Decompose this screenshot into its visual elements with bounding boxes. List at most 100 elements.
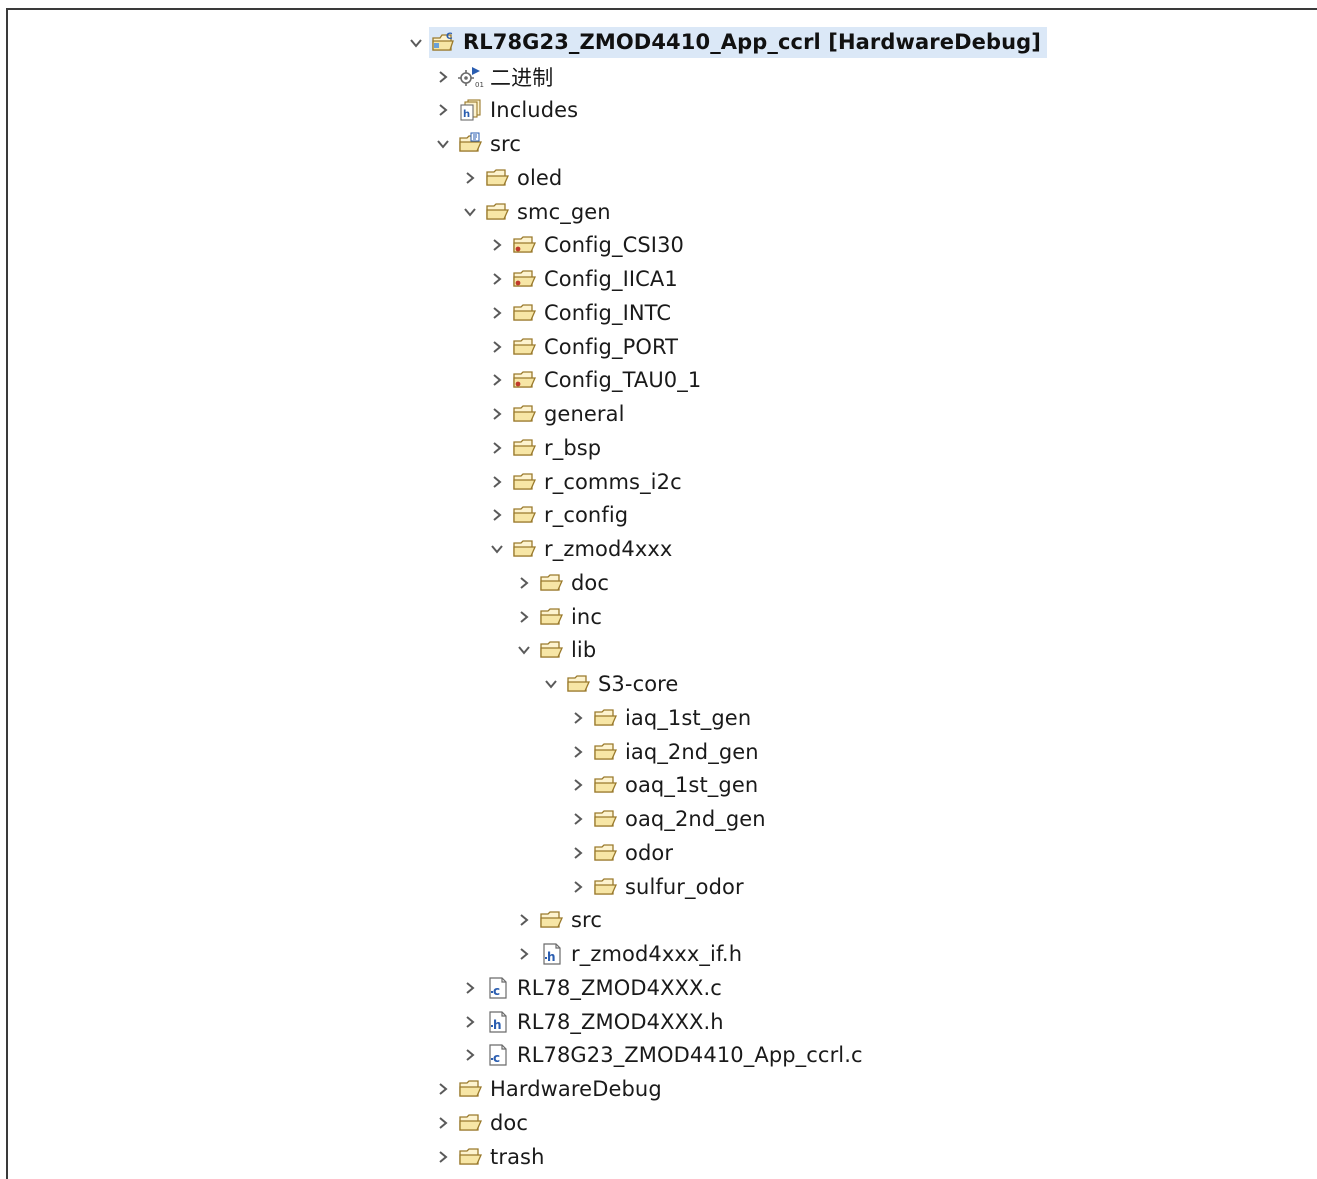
folder-icon — [485, 199, 511, 225]
folder-icon — [512, 401, 538, 427]
config-folder-icon — [512, 367, 538, 393]
tree-item-config-iica1[interactable]: Config_IICA1 — [0, 262, 1317, 296]
folder-icon — [458, 1076, 484, 1102]
chevron-right-icon[interactable] — [434, 1148, 452, 1166]
config-folder-icon — [512, 232, 538, 258]
chevron-right-icon[interactable] — [434, 1114, 452, 1132]
tree-item-lib[interactable]: lib — [0, 634, 1317, 668]
tree-item-smc-gen[interactable]: smc_gen — [0, 195, 1317, 229]
chevron-down-icon[interactable] — [515, 641, 533, 659]
chevron-right-icon[interactable] — [488, 236, 506, 254]
tree-item-label: oaq_2nd_gen — [625, 807, 766, 832]
tree-item-rl78-zmod4xxx-h[interactable]: h RL78_ZMOD4XXX.h — [0, 1005, 1317, 1039]
tree-root-row[interactable]: C RL78G23_ZMOD4410_App_ccrl [HardwareDeb… — [0, 26, 1317, 60]
tree-item-label: src — [490, 132, 521, 157]
tree-item-config-csi30[interactable]: Config_CSI30 — [0, 229, 1317, 263]
tree-item-r-comms-i2c[interactable]: r_comms_i2c — [0, 465, 1317, 499]
folder-icon — [539, 570, 565, 596]
chevron-down-icon[interactable] — [434, 135, 452, 153]
tree-item-label: RL78_ZMOD4XXX.c — [517, 975, 722, 1000]
tree-item-rl78g23-app-c[interactable]: c RL78G23_ZMOD4410_App_ccrl.c — [0, 1039, 1317, 1073]
tree-item-iaq-1st-gen[interactable]: iaq_1st_gen — [0, 701, 1317, 735]
chevron-down-icon[interactable] — [542, 675, 560, 693]
tree-item-includes[interactable]: h Includes — [0, 94, 1317, 128]
tree-root-selection[interactable]: C RL78G23_ZMOD4410_App_ccrl [HardwareDeb… — [429, 27, 1047, 59]
folder-icon — [593, 705, 619, 731]
chevron-down-icon[interactable] — [407, 34, 425, 52]
svg-text:01: 01 — [475, 81, 484, 89]
tree-item-rl78-zmod4xxx-c[interactable]: c RL78_ZMOD4XXX.c — [0, 971, 1317, 1005]
chevron-right-icon[interactable] — [488, 473, 506, 491]
svg-text:c: c — [493, 1051, 500, 1065]
tree-item-hardware-debug[interactable]: HardwareDebug — [0, 1072, 1317, 1106]
chevron-right-icon[interactable] — [488, 270, 506, 288]
chevron-right-icon[interactable] — [569, 844, 587, 862]
chevron-down-icon[interactable] — [461, 203, 479, 221]
includes-icon: h — [458, 97, 484, 123]
chevron-right-icon[interactable] — [434, 101, 452, 119]
tree-item-label: RL78G23_ZMOD4410_App_ccrl.c — [517, 1043, 863, 1068]
tree-item-label: S3-core — [598, 672, 679, 697]
tree-item-iaq-2nd-gen[interactable]: iaq_2nd_gen — [0, 735, 1317, 769]
folder-icon — [458, 1144, 484, 1170]
tree-root-label: RL78G23_ZMOD4410_App_ccrl [HardwareDebug… — [463, 30, 1041, 55]
tree-item-config-intc[interactable]: Config_INTC — [0, 296, 1317, 330]
tree-item-oaq-2nd-gen[interactable]: oaq_2nd_gen — [0, 802, 1317, 836]
source-folder-icon — [458, 131, 484, 157]
chevron-right-icon[interactable] — [488, 439, 506, 457]
tree-item-label: oaq_1st_gen — [625, 773, 759, 798]
svg-text:c: c — [493, 984, 500, 998]
chevron-right-icon[interactable] — [569, 743, 587, 761]
tree-item-oled[interactable]: oled — [0, 161, 1317, 195]
tree-item-label: general — [544, 402, 625, 427]
chevron-right-icon[interactable] — [461, 979, 479, 997]
tree-item-label: Config_IICA1 — [544, 267, 678, 292]
tree-item-general[interactable]: general — [0, 397, 1317, 431]
tree-item-label: r_bsp — [544, 435, 602, 460]
chevron-right-icon[interactable] — [488, 405, 506, 423]
tree-item-label: iaq_2nd_gen — [625, 739, 759, 764]
tree-item-inc[interactable]: inc — [0, 600, 1317, 634]
tree-item-trash[interactable]: trash — [0, 1140, 1317, 1174]
tree-item-label: doc — [571, 570, 610, 595]
tree-item-odor[interactable]: odor — [0, 836, 1317, 870]
tree-item-config-tau0-1[interactable]: Config_TAU0_1 — [0, 364, 1317, 398]
tree-item-r-zmod4xxx[interactable]: r_zmod4xxx — [0, 532, 1317, 566]
chevron-right-icon[interactable] — [461, 1046, 479, 1064]
chevron-right-icon[interactable] — [488, 338, 506, 356]
chevron-right-icon[interactable] — [515, 608, 533, 626]
chevron-right-icon[interactable] — [515, 574, 533, 592]
tree-item-sulfur-odor[interactable]: sulfur_odor — [0, 870, 1317, 904]
chevron-right-icon[interactable] — [488, 371, 506, 389]
chevron-right-icon[interactable] — [488, 304, 506, 322]
tree-item-binaries[interactable]: 01 二进制 — [0, 60, 1317, 94]
tree-item-config-port[interactable]: Config_PORT — [0, 330, 1317, 364]
chevron-right-icon[interactable] — [569, 709, 587, 727]
tree-item-r-config[interactable]: r_config — [0, 499, 1317, 533]
folder-icon — [593, 840, 619, 866]
folder-icon — [593, 772, 619, 798]
tree-item-s3-core[interactable]: S3-core — [0, 667, 1317, 701]
chevron-right-icon[interactable] — [461, 1013, 479, 1031]
chevron-right-icon[interactable] — [515, 945, 533, 963]
chevron-right-icon[interactable] — [515, 911, 533, 929]
chevron-right-icon[interactable] — [434, 1080, 452, 1098]
chevron-right-icon[interactable] — [461, 169, 479, 187]
chevron-right-icon[interactable] — [569, 878, 587, 896]
chevron-right-icon[interactable] — [488, 506, 506, 524]
tree-item-r-zmod4xxx-if-h[interactable]: h r_zmod4xxx_if.h — [0, 937, 1317, 971]
chevron-right-icon[interactable] — [569, 810, 587, 828]
chevron-right-icon[interactable] — [434, 68, 452, 86]
tree-item-src[interactable]: src — [0, 127, 1317, 161]
chevron-down-icon[interactable] — [488, 540, 506, 558]
tree-item-r-bsp[interactable]: r_bsp — [0, 431, 1317, 465]
tree-item-label: oled — [517, 165, 563, 190]
tree-item-doc[interactable]: doc — [0, 1106, 1317, 1140]
tree-item-oaq-1st-gen[interactable]: oaq_1st_gen — [0, 769, 1317, 803]
chevron-right-icon[interactable] — [569, 776, 587, 794]
tree-item-label: 二进制 — [490, 65, 554, 90]
tree-item-label: trash — [490, 1144, 545, 1169]
tree-item-doc-inner[interactable]: doc — [0, 566, 1317, 600]
tree-item-src-inner[interactable]: src — [0, 904, 1317, 938]
svg-text:h: h — [547, 950, 556, 964]
